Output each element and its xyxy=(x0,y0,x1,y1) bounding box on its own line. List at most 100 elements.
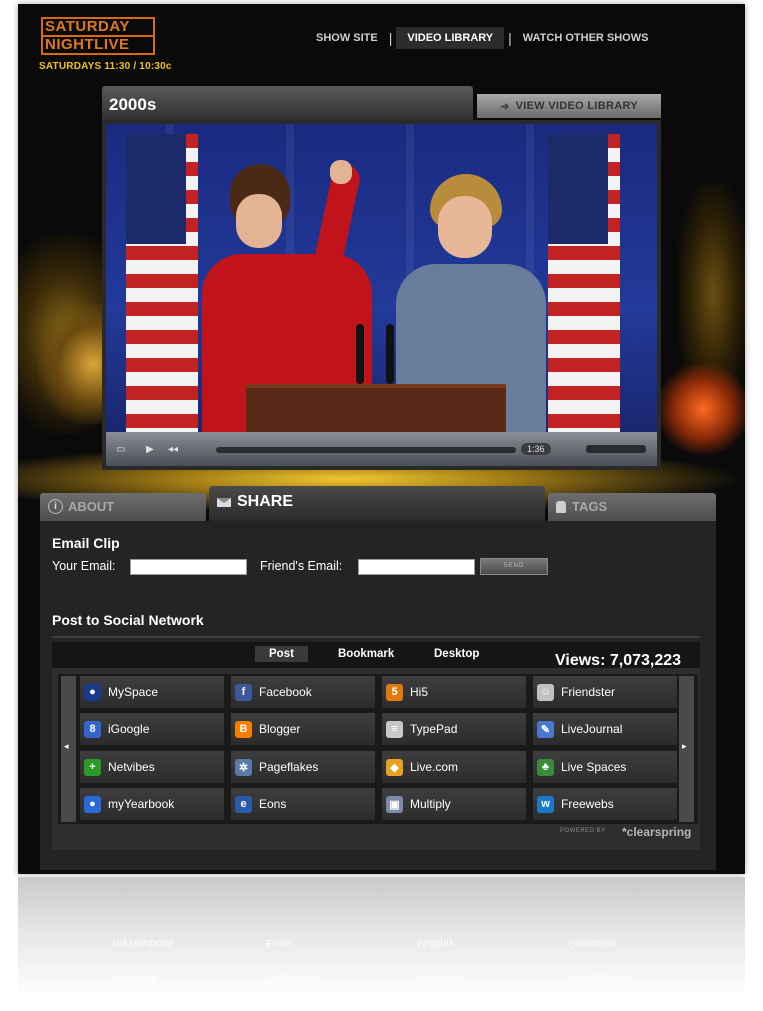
tab-tags-label: TAGS xyxy=(572,499,608,514)
scroll-left-button[interactable]: ◂ xyxy=(61,676,76,822)
send-button[interactable]: SEND xyxy=(480,558,548,575)
network-facebook-button[interactable]: f Facebook xyxy=(231,676,375,708)
background-city-lights xyxy=(658,364,745,454)
netvibes-icon: + xyxy=(84,758,101,776)
top-nav: SHOW SITE | VIDEO LIBRARY | WATCH OTHER … xyxy=(305,27,659,49)
clearspring-logo[interactable]: *clearspring xyxy=(622,825,691,839)
video-title-bar xyxy=(102,86,473,122)
network-label: Blogger xyxy=(259,722,301,736)
nav-watch-other-shows[interactable]: WATCH OTHER SHOWS xyxy=(512,27,660,49)
widget-tab-bookmark[interactable]: Bookmark xyxy=(338,648,394,660)
network-myyearbook-button[interactable]: ● myYearbook xyxy=(80,788,224,820)
widget-tab-post[interactable]: Post xyxy=(255,646,308,662)
reflection-text: Multiply xyxy=(417,937,455,949)
tag-icon xyxy=(556,500,566,513)
envelope-icon xyxy=(217,497,231,507)
network-label: MySpace xyxy=(108,685,159,699)
seek-bar[interactable] xyxy=(216,447,516,453)
nav-video-library[interactable]: VIDEO LIBRARY xyxy=(396,27,505,49)
friends-email-field[interactable] xyxy=(358,559,475,575)
network-pageflakes-button[interactable]: ✲ Pageflakes xyxy=(231,751,375,783)
network-blogger-button[interactable]: B Blogger xyxy=(231,713,375,745)
network-igoogle-button[interactable]: 8 iGoogle xyxy=(80,713,224,745)
volume-slider[interactable] xyxy=(586,445,646,453)
play-icon[interactable]: ▶ xyxy=(146,444,154,455)
email-clip-heading: Email Clip xyxy=(52,535,120,551)
video-screen[interactable] xyxy=(106,124,657,432)
network-label: Live Spaces xyxy=(561,760,627,774)
network-label: Freewebs xyxy=(561,797,614,811)
network-label: Facebook xyxy=(259,685,312,699)
view-video-library-label: VIEW VIDEO LIBRARY xyxy=(515,100,638,112)
reflection-text: Live Spaces xyxy=(568,973,628,985)
network-label: Hi5 xyxy=(410,685,429,699)
network-multiply-button[interactable]: ▣ Multiply xyxy=(382,788,526,820)
myyearbook-icon: ● xyxy=(84,795,101,813)
live-spaces-icon: ♣ xyxy=(537,758,554,776)
network-typepad-button[interactable]: ≡ TypePad xyxy=(382,713,526,745)
friends-email-label: Friend's Email: xyxy=(260,559,343,573)
flag-left xyxy=(126,134,198,432)
blogger-icon: B xyxy=(235,720,252,738)
eons-icon: e xyxy=(235,795,252,813)
reflection-text: Eons xyxy=(266,937,292,949)
network-live-spaces-button[interactable]: ♣ Live Spaces xyxy=(533,751,677,783)
livejournal-icon: ✎ xyxy=(537,720,554,738)
reflection-text: Netvibes xyxy=(113,973,156,985)
tab-about-label: ABOUT xyxy=(68,499,115,514)
network-live-com-button[interactable]: ◆ Live.com xyxy=(382,751,526,783)
network-netvibes-button[interactable]: + Netvibes xyxy=(80,751,224,783)
tab-tags[interactable]: TAGS xyxy=(548,493,716,521)
network-livejournal-button[interactable]: ✎ LiveJournal xyxy=(533,713,677,745)
showtimes-text: SATURDAYS 11:30 / 10:30c xyxy=(39,61,172,72)
network-hi5-button[interactable]: 5 Hi5 xyxy=(382,676,526,708)
network-label: Friendster xyxy=(561,685,616,699)
snl-logo[interactable]: SATURDAY NIGHTLIVE xyxy=(41,17,155,55)
freewebs-icon: w xyxy=(537,795,554,813)
logo-line1: SATURDAY xyxy=(43,19,153,37)
facebook-icon: f xyxy=(235,683,252,701)
network-label: TypePad xyxy=(410,722,458,736)
network-myspace-button[interactable]: ● MySpace xyxy=(80,676,224,708)
page-reflection: myYearbook Eons Multiply Freewebs Netvibes Pa… xyxy=(18,877,745,1011)
video-time: 1:36 xyxy=(521,443,551,455)
network-friendster-button[interactable]: ☺ Friendster xyxy=(533,676,677,708)
myspace-icon: ● xyxy=(84,683,101,701)
network-label: Pageflakes xyxy=(259,760,319,774)
network-freewebs-button[interactable]: w Freewebs xyxy=(533,788,677,820)
view-video-library-button[interactable]: ➜ VIEW VIDEO LIBRARY xyxy=(477,94,661,118)
video-player: ▭ ▶ ◂◂ 1:36 xyxy=(102,120,661,470)
rewind-icon[interactable]: ◂◂ xyxy=(168,444,178,455)
your-email-field[interactable] xyxy=(130,559,247,575)
live-com-icon: ◆ xyxy=(386,758,403,776)
powered-by-label: POWERED BY xyxy=(560,828,606,834)
network-eons-button[interactable]: e Eons xyxy=(231,788,375,820)
pageflakes-icon: ✲ xyxy=(235,758,252,776)
video-title: 2000s xyxy=(109,95,157,114)
views-count: Views: 7,073,223 xyxy=(555,652,682,669)
scroll-right-button[interactable]: ▸ xyxy=(679,676,694,822)
igoogle-icon: 8 xyxy=(84,720,101,738)
nav-show-site[interactable]: SHOW SITE xyxy=(305,27,389,49)
tab-share[interactable]: SHARE xyxy=(209,486,545,522)
video-controls: ▭ ▶ ◂◂ 1:36 xyxy=(106,432,657,466)
chevron-left-icon: ◂ xyxy=(64,741,69,751)
flag-right xyxy=(548,134,620,432)
chevron-right-icon: ▸ xyxy=(682,741,687,751)
widget-tab-desktop[interactable]: Desktop xyxy=(434,648,479,660)
reflection-text: Freewebs xyxy=(568,937,617,949)
arrow-icon: ➜ xyxy=(500,100,510,113)
tab-about[interactable]: i ABOUT xyxy=(40,493,206,521)
podium xyxy=(246,384,506,432)
typepad-icon: ≡ xyxy=(386,720,403,738)
reflection-text: myYearbook xyxy=(113,937,174,949)
friendster-icon: ☺ xyxy=(537,683,554,701)
reflection-text: Pageflakes xyxy=(266,973,321,985)
network-label: Eons xyxy=(259,797,287,811)
hi5-icon: 5 xyxy=(386,683,403,701)
fullscreen-icon[interactable]: ▭ xyxy=(116,444,125,455)
network-label: Live.com xyxy=(410,760,459,774)
network-label: LiveJournal xyxy=(561,722,623,736)
reflection-text: Live.com xyxy=(417,973,462,985)
network-label: myYearbook xyxy=(108,797,175,811)
